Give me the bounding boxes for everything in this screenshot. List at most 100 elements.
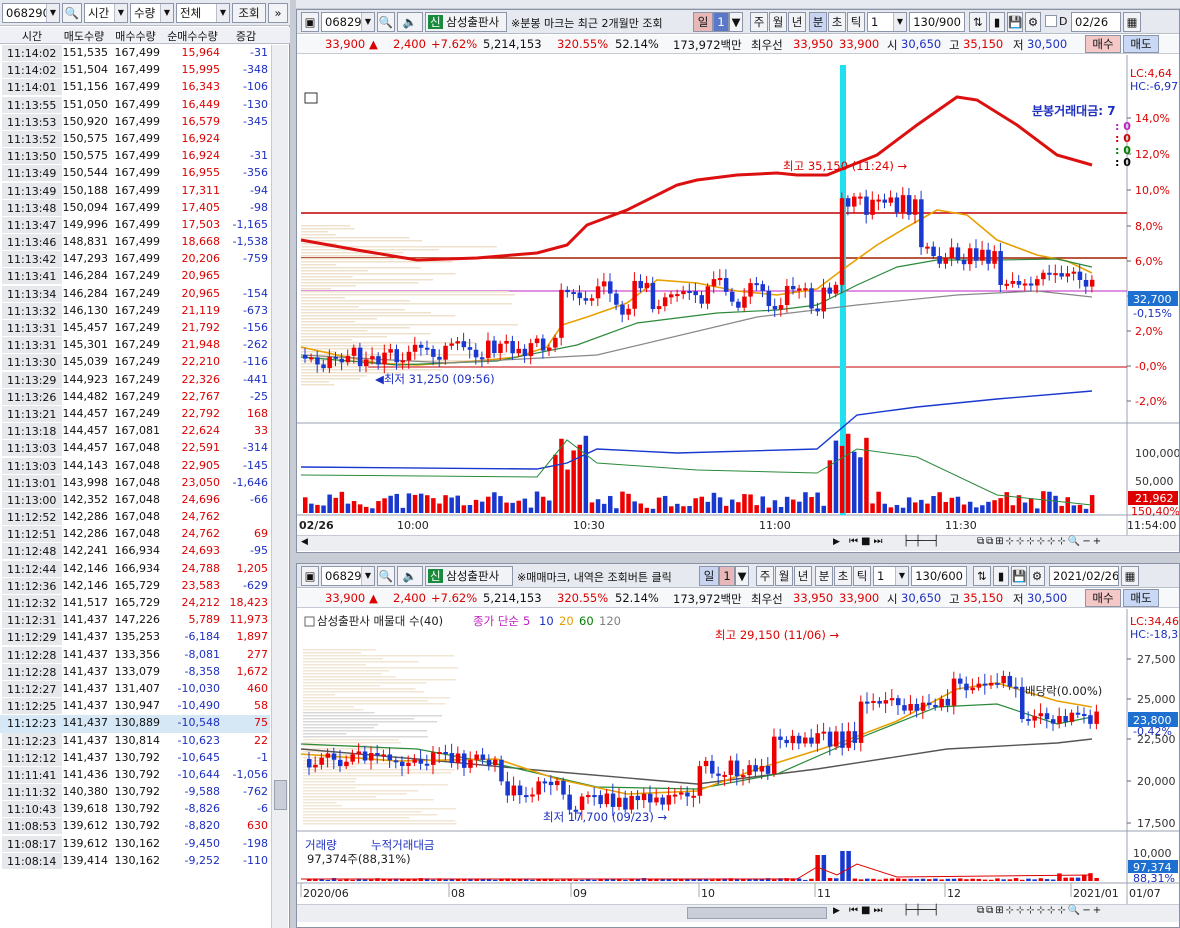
window-icon[interactable]: ▣ bbox=[301, 566, 319, 586]
zoom-slider[interactable]: ├─┼──┤ bbox=[903, 536, 939, 547]
col-time[interactable]: 시간 bbox=[2, 28, 62, 44]
chevron-down-icon[interactable]: ▼ bbox=[895, 567, 908, 585]
period-select[interactable]: 1 ▼ bbox=[867, 12, 907, 32]
tf-minute[interactable]: 분 bbox=[815, 566, 833, 586]
chart-tools[interactable]: ⧉⧉⊞⊹⊹⊹⊹⊹⊹🔍−+ bbox=[977, 536, 1103, 547]
table-row[interactable]: 11:12:23 141,437 130,814 -10,623 22 bbox=[0, 732, 270, 750]
table-row[interactable]: 11:14:01 151,156 167,499 16,343 -106 bbox=[0, 79, 270, 96]
table-row[interactable]: 11:13:53 150,920 167,499 16,579 -345 bbox=[0, 113, 270, 131]
table-row[interactable]: 11:13:34 146,284 167,249 20,965 -154 bbox=[0, 285, 270, 303]
tf-minute[interactable]: 분 bbox=[809, 12, 827, 32]
count-input[interactable]: 130/900 bbox=[909, 12, 965, 32]
search-icon[interactable]: 🔍 bbox=[62, 3, 82, 23]
stock-name[interactable]: 신 삼성출판사 bbox=[425, 12, 507, 32]
table-row[interactable]: 11:13:01 143,998 167,048 23,050 -1,646 bbox=[0, 474, 270, 492]
tf-day[interactable]: 일 bbox=[693, 12, 713, 32]
table-row[interactable]: 11:13:49 150,544 167,499 16,955 -356 bbox=[0, 165, 270, 182]
bar-icon[interactable]: ▮ bbox=[993, 566, 1009, 586]
daily-price-chart[interactable]: 27,50025,00022,50020,00017,500LC:34,46HC… bbox=[297, 609, 1179, 904]
table-row[interactable]: 11:13:21 144,457 167,249 22,792 168 bbox=[0, 405, 270, 423]
table-row[interactable]: 11:13:32 146,130 167,249 21,119 -673 bbox=[0, 302, 270, 320]
chevron-down-icon[interactable]: ▼ bbox=[216, 4, 229, 22]
table-row[interactable]: 11:12:28 141,437 133,356 -8,081 277 bbox=[0, 646, 270, 664]
chart-code-input[interactable]: 068290 ▼ bbox=[321, 566, 375, 586]
table-row[interactable]: 11:13:03 144,457 167,048 22,591 -314 bbox=[0, 440, 270, 457]
table-row[interactable]: 11:13:48 150,094 167,499 17,405 -98 bbox=[0, 199, 270, 217]
scroll-thumb[interactable] bbox=[687, 907, 827, 919]
table-row[interactable]: 11:12:36 142,146 165,729 23,583 -629 bbox=[0, 577, 270, 595]
col-change[interactable]: 증감 bbox=[224, 28, 268, 44]
table-row[interactable]: 11:13:41 146,284 167,249 20,965 bbox=[0, 268, 270, 285]
col-net-qty[interactable]: 순매수수량 bbox=[161, 28, 224, 44]
table-row[interactable]: 11:13:26 144,482 167,249 22,767 -25 bbox=[0, 388, 270, 406]
playback-controls[interactable]: ⏮■⏭ bbox=[849, 536, 885, 547]
chevron-down-icon[interactable]: ▼ bbox=[46, 4, 59, 22]
tf-second[interactable]: 초 bbox=[828, 12, 846, 32]
daily-chart-scrollbar[interactable]: ▶ ⏮■⏭ ├─┼──┤ ⧉⧉⊞⊹⊹⊹⊹⊹⊹🔍−+ bbox=[297, 904, 1179, 922]
table-row[interactable]: 11:08:53 139,612 130,792 -8,820 630 bbox=[0, 818, 270, 835]
table-row[interactable]: 11:12:29 141,437 135,253 -6,184 1,897 bbox=[0, 629, 270, 646]
table-row[interactable]: 11:13:55 151,050 167,499 16,449 -130 bbox=[0, 96, 270, 114]
tf-num[interactable]: 1 bbox=[713, 12, 729, 32]
table-row[interactable]: 11:12:31 141,437 147,226 5,789 11,973 bbox=[0, 612, 270, 629]
table-row[interactable]: 11:13:30 145,039 167,249 22,210 -116 bbox=[0, 354, 270, 371]
table-row[interactable]: 11:13:42 147,293 167,499 20,206 -759 bbox=[0, 251, 270, 268]
col-buy-qty[interactable]: 매수수량 bbox=[108, 28, 163, 44]
table-row[interactable]: 11:11:41 141,436 130,792 -10,644 -1,056 bbox=[0, 766, 270, 784]
table-row[interactable]: 11:12:12 141,437 130,792 -10,645 -1 bbox=[0, 749, 270, 767]
chevron-down-icon[interactable]: ▼ bbox=[114, 4, 127, 22]
tf-day[interactable]: 일 bbox=[699, 566, 719, 586]
stock-code-input[interactable]: 068290 ▼ bbox=[2, 3, 60, 23]
window-icon[interactable]: ▣ bbox=[301, 12, 319, 32]
minute-chart-scrollbar[interactable]: ◀ ▶ ⏮■⏭ ├─┼──┤ ⧉⧉⊞⊹⊹⊹⊹⊹⊹🔍−+ bbox=[297, 535, 1179, 551]
field-select[interactable]: 수량 ▼ bbox=[130, 3, 174, 23]
table-row[interactable]: 11:13:31 145,301 167,249 21,948 -262 bbox=[0, 337, 270, 354]
scroll-left-icon[interactable]: ◀ bbox=[301, 537, 308, 547]
table-row[interactable]: 11:12:51 142,286 167,048 24,762 69 bbox=[0, 526, 270, 543]
sell-button[interactable]: 매도 bbox=[1123, 35, 1159, 53]
chevron-down-icon[interactable]: ▼ bbox=[893, 13, 906, 31]
calendar-icon[interactable]: ▦ bbox=[1121, 566, 1139, 586]
count-input[interactable]: 130/600 bbox=[911, 566, 967, 586]
chevron-down-icon[interactable]: ▼ bbox=[361, 13, 374, 31]
compare-icon[interactable]: ⇅ bbox=[969, 12, 987, 32]
d-checkbox[interactable] bbox=[1045, 15, 1057, 27]
save-icon[interactable]: 💾 bbox=[1007, 12, 1023, 32]
table-row[interactable]: 11:12:23 141,437 130,889 -10,548 75 bbox=[0, 715, 270, 733]
scroll-right-icon[interactable]: ▶ bbox=[833, 537, 840, 547]
table-row[interactable]: 11:13:18 144,457 167,081 22,624 33 bbox=[0, 423, 270, 440]
table-row[interactable]: 11:11:32 140,380 130,792 -9,588 -762 bbox=[0, 784, 270, 801]
table-row[interactable]: 11:13:00 142,352 167,048 24,696 -66 bbox=[0, 491, 270, 509]
chevron-down-icon[interactable]: ▼ bbox=[735, 566, 749, 586]
save-icon[interactable]: 💾 bbox=[1011, 566, 1027, 586]
scroll-thumb[interactable] bbox=[274, 780, 287, 810]
calendar-icon[interactable]: ▦ bbox=[1123, 12, 1141, 32]
zoom-slider[interactable]: ├─┼──┤ bbox=[903, 905, 939, 916]
stock-name[interactable]: 신 삼성출판사 bbox=[425, 566, 513, 586]
filter-select[interactable]: 전체 ▼ bbox=[176, 3, 230, 23]
table-row[interactable]: 11:13:03 144,143 167,048 22,905 -145 bbox=[0, 457, 270, 475]
mode-select[interactable]: 시간 ▼ bbox=[84, 3, 128, 23]
tf-second[interactable]: 초 bbox=[834, 566, 852, 586]
table-row[interactable]: 11:08:14 139,414 130,162 -9,252 -110 bbox=[0, 852, 270, 870]
tf-year[interactable]: 년 bbox=[794, 566, 812, 586]
table-row[interactable]: 11:14:02 151,535 167,499 15,964 -31 bbox=[0, 45, 270, 62]
tf-tick[interactable]: 틱 bbox=[853, 566, 871, 586]
period-select[interactable]: 1 ▼ bbox=[873, 566, 909, 586]
tick-scrollbar[interactable] bbox=[271, 45, 288, 928]
table-row[interactable]: 11:08:17 139,612 130,162 -9,450 -198 bbox=[0, 835, 270, 853]
gear-icon[interactable]: ⚙ bbox=[1029, 566, 1045, 586]
sell-button[interactable]: 매도 bbox=[1123, 589, 1159, 607]
query-button[interactable]: 조회 bbox=[232, 3, 266, 23]
chevron-down-icon[interactable]: ▼ bbox=[361, 567, 374, 585]
table-row[interactable]: 11:12:28 141,437 133,079 -8,358 1,672 bbox=[0, 663, 270, 681]
table-row[interactable]: 11:12:52 142,286 167,048 24,762 bbox=[0, 509, 270, 526]
tf-month[interactable]: 월 bbox=[769, 12, 787, 32]
playback-controls[interactable]: ⏮■⏭ bbox=[849, 905, 885, 916]
table-row[interactable]: 11:13:49 150,188 167,499 17,311 -94 bbox=[0, 182, 270, 200]
tf-year[interactable]: 년 bbox=[788, 12, 806, 32]
table-row[interactable]: 11:13:52 150,575 167,499 16,924 bbox=[0, 130, 270, 148]
table-row[interactable]: 11:10:43 139,618 130,792 -8,826 -6 bbox=[0, 801, 270, 818]
tf-month[interactable]: 월 bbox=[775, 566, 793, 586]
table-row[interactable]: 11:13:47 149,996 167,499 17,503 -1,165 bbox=[0, 216, 270, 234]
